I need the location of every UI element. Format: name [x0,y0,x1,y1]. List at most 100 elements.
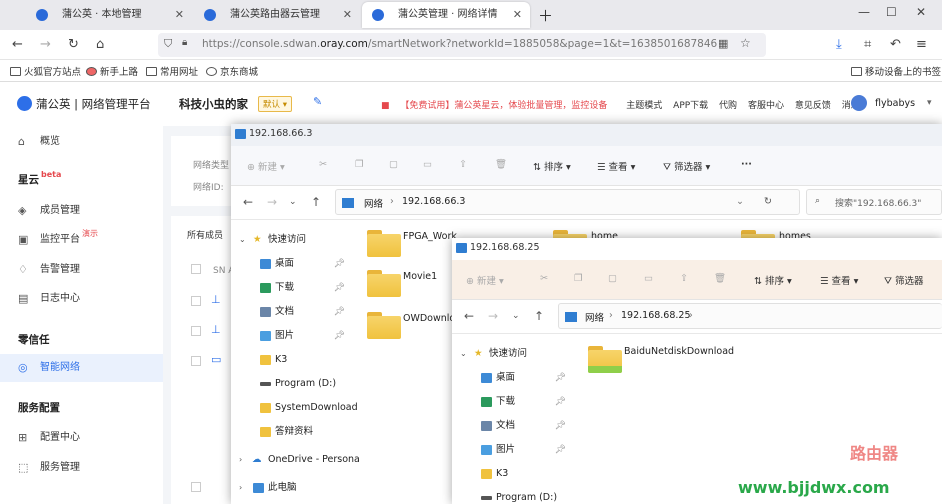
checkbox[interactable] [191,296,201,306]
minimize-icon[interactable]: — [858,5,870,19]
view-button[interactable]: ☰ 查看 ▾ [820,273,858,287]
pin-icon[interactable]: 📌︎ [334,276,345,300]
checkbox[interactable] [191,264,201,274]
star-icon[interactable]: ☆ [740,36,751,50]
nav-pictures[interactable]: 图片 📌︎ [452,438,572,462]
app-download-link[interactable]: APP下载 [673,101,708,111]
chevron-down-icon[interactable]: ⌄ [289,197,297,207]
checkbox[interactable] [191,326,201,336]
chevron-down-icon[interactable]: ▾ [927,98,932,108]
pin-icon[interactable]: 📌︎ [555,390,566,414]
bookmark-newbie[interactable]: 新手上路 [86,64,138,78]
share-icon[interactable]: ⇪ [680,273,688,284]
nav-program-d[interactable]: Program (D:) [231,372,351,396]
folder-icon[interactable] [367,230,401,257]
folder-label[interactable]: Movie1 [403,271,437,282]
avatar[interactable] [851,95,867,111]
pin-icon[interactable]: 📌︎ [334,300,345,324]
window-titlebar[interactable]: 192.168.66.3 [231,124,942,146]
url-bar[interactable]: ⛉ 🔒︎ https://console.sdwan.oray.com/smar… [158,33,766,57]
rename-icon[interactable]: ▭ [423,159,432,170]
sidebar-item-service[interactable]: ⬚ 服务管理 [0,454,163,482]
nav-systemdownload[interactable]: SystemDownload [231,396,358,420]
nav-quick-access[interactable]: ⌄ ★ 快速访问 [452,342,572,366]
pin-icon[interactable]: 📌︎ [555,438,566,462]
chevron-down-icon[interactable]: ⌄ [512,311,520,321]
rename-icon[interactable]: ▭ [644,273,653,284]
copy-icon[interactable]: ❐ [355,159,364,170]
tab-router-cloud[interactable]: 蒲公英路由器云管理 ✕ [194,2,360,28]
folder-label[interactable]: BaiduNetdiskDownload [624,346,734,357]
folder-icon[interactable] [588,346,622,373]
home-icon[interactable]: ⌂ [96,37,104,52]
bookmark-jd[interactable]: 京东商城 [206,64,258,78]
checkbox[interactable] [191,356,201,366]
up-icon[interactable]: ↑ [534,309,544,323]
sidebar-item-config[interactable]: ⊞ 配置中心 [0,424,163,452]
tab-network-detail[interactable]: 蒲公英管理 · 网络详情 ✕ [362,2,530,28]
nav-documents[interactable]: 文档 📌︎ [231,300,351,324]
nav-downloads[interactable]: 下载 📌︎ [452,390,572,414]
breadcrumb[interactable]: 网络 › 192.168.66.3 ⌄ ↻ [335,189,800,215]
checkbox[interactable] [191,482,201,492]
theme-link[interactable]: 主题模式 [626,101,662,111]
search-box[interactable]: ⌕ 搜索"192.168.66.3" [806,189,942,215]
download-icon[interactable]: ⤓ [836,37,842,52]
filter-button[interactable]: ⛛ 筛选器 [884,273,924,287]
up-icon[interactable]: ↑ [311,195,321,209]
new-button[interactable]: ⊕ 新建 ▾ [247,159,285,173]
breadcrumb-network[interactable]: 网络 [585,310,604,324]
nav-defense-materials[interactable]: 答辩资料 [231,420,351,444]
feedback-link[interactable]: 意见反馈 [795,101,831,111]
close-icon[interactable]: ✕ [343,2,352,28]
undo-icon[interactable]: ↶ [890,37,901,52]
folder-icon[interactable] [367,270,401,297]
sidebar-item-members[interactable]: ◈ 成员管理 [0,197,163,225]
view-button[interactable]: ☰ 查看 ▾ [597,159,635,173]
paste-icon[interactable]: ▢ [608,273,617,284]
sidebar-item-smart-network[interactable]: ◎ 智能网络 [0,354,163,382]
nav-this-pc[interactable]: › 此电脑 [231,476,351,500]
purchase-link[interactable]: 代购 [719,101,737,111]
bookmark-mobile[interactable]: 移动设备上的书签 [851,64,941,78]
back-icon[interactable]: ← [12,37,23,52]
reload-icon[interactable]: ↻ [68,37,79,52]
sidebar-item-monitor[interactable]: ▣ 监控平台演示 [0,226,163,254]
username[interactable]: flybabys [875,98,915,109]
new-button[interactable]: ⊕ 新建 ▾ [466,273,504,287]
nav-k3[interactable]: K3 [452,462,572,486]
nav-desktop[interactable]: 桌面 📌︎ [231,252,351,276]
nav-onedrive[interactable]: › ☁ OneDrive - Persona [231,448,360,472]
close-icon[interactable]: ✕ [513,2,522,28]
delete-icon[interactable]: 🗑︎ [714,273,726,284]
filter-button[interactable]: ⛛ 筛选器 ▾ [663,159,710,173]
folder-label[interactable]: FPGA_Work [403,231,457,242]
nav-program-d[interactable]: Program (D:) [452,486,572,504]
forward-icon[interactable]: → [267,195,277,209]
back-icon[interactable]: ← [464,309,474,323]
nav-k3[interactable]: K3 [231,348,351,372]
pin-icon[interactable]: 📌︎ [555,414,566,438]
cut-icon[interactable]: ✂ [540,273,548,284]
edit-icon[interactable]: ✎ [313,95,322,108]
sidebar-item-overview[interactable]: ⌂ 概览 [0,128,163,156]
breadcrumb-host[interactable]: 192.168.66.3 [402,196,465,207]
folder-label[interactable]: OWDownlo [403,313,455,324]
promo-link[interactable]: ■ 【免费试用】蒲公英星云，体验批量管理，监控设备 [381,101,615,111]
breadcrumb[interactable]: 网络 › 192.168.68.25 › [558,303,942,329]
share-icon[interactable]: ⇪ [459,159,467,170]
delete-icon[interactable]: 🗑︎ [495,159,507,170]
bookmark-common[interactable]: 常用网址 [146,64,198,78]
sort-button[interactable]: ⇅ 排序 ▾ [754,273,792,287]
chevron-down-icon[interactable]: ⌄ [736,196,744,207]
nav-downloads[interactable]: 下载 📌︎ [231,276,351,300]
back-icon[interactable]: ← [243,195,253,209]
breadcrumb-network[interactable]: 网络 [364,196,383,210]
pin-icon[interactable]: 📌︎ [334,324,345,348]
nav-documents[interactable]: 文档 📌︎ [452,414,572,438]
all-members-filter[interactable]: 所有成员 [187,228,223,241]
nav-pictures[interactable]: 图片 📌︎ [231,324,351,348]
pin-icon[interactable]: 📌︎ [334,252,345,276]
window-titlebar[interactable]: 192.168.68.25 [452,238,942,260]
menu-icon[interactable]: ≡ [916,37,927,52]
